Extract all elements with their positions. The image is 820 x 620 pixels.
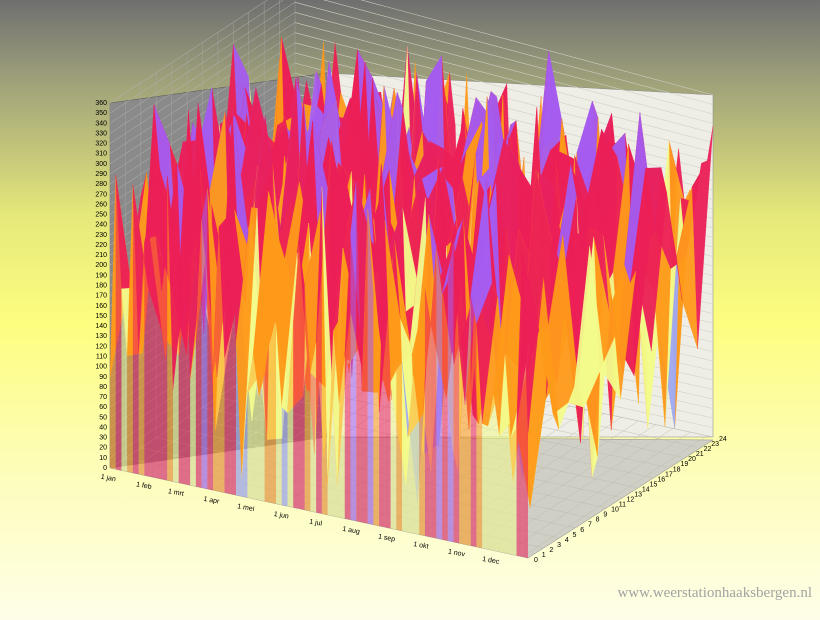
y-tick-label: 9: [603, 512, 607, 519]
z-tick-label: 240: [95, 222, 107, 229]
y-tick-label: 15: [650, 481, 658, 488]
z-tick-label: 300: [95, 161, 107, 168]
z-tick-label: 90: [99, 374, 107, 381]
y-tick-label: 10: [611, 507, 619, 514]
y-tick-label: 0: [534, 557, 538, 564]
z-tick-label: 220: [95, 242, 107, 249]
z-tick-label: 230: [95, 232, 107, 239]
z-tick-label: 190: [95, 272, 107, 279]
surface-front-facet: [396, 362, 403, 531]
surface-front-facet: [510, 427, 517, 556]
z-tick-label: 100: [95, 364, 107, 371]
y-tick-label: 8: [596, 517, 600, 524]
y-tick-label: 11: [619, 502, 626, 509]
z-tick-label: 70: [99, 394, 107, 401]
z-axis-ticks: 0 10 20 30 40 50 60 70 80 90 100 110 120 130 140 150 160…: [95, 100, 107, 472]
y-tick-label: 23: [711, 441, 719, 448]
surface-front-facet: [281, 407, 288, 507]
z-tick-label: 50: [99, 414, 107, 421]
surface-front-facet: [424, 286, 431, 538]
y-tick-label: 1: [542, 552, 546, 559]
z-tick-label: 150: [95, 313, 107, 320]
z-tick-label: 270: [95, 191, 107, 198]
surface-front-facet: [436, 247, 443, 540]
z-tick-label: 360: [95, 100, 107, 107]
y-tick-label: 24: [719, 436, 727, 443]
y-tick-label: 20: [688, 456, 696, 463]
z-tick-label: 120: [95, 343, 107, 350]
y-tick-label: 5: [573, 532, 577, 539]
z-tick-label: 180: [95, 283, 107, 290]
surface-front-facet: [350, 180, 357, 522]
x-tick-label: 1 dec: [482, 556, 501, 566]
z-tick-label: 200: [95, 262, 107, 269]
z-tick-label: 330: [95, 130, 107, 137]
surface-front-facet: [150, 236, 156, 478]
z-tick-label: 210: [95, 252, 107, 259]
x-tick-label: 1 mei: [237, 503, 256, 513]
surface-front-facet: [144, 238, 151, 477]
surface-front-facet: [298, 244, 305, 510]
x-tick-label: 1 okt: [413, 541, 429, 551]
z-tick-label: 310: [95, 151, 107, 158]
wind-direction-surface-chart: 0102030405060708090100110120130140150160…: [95, 0, 727, 566]
y-tick-label: 22: [704, 446, 712, 453]
z-tick-label: 140: [95, 323, 107, 330]
y-tick-label: 18: [673, 466, 681, 473]
z-tick-label: 110: [96, 353, 107, 360]
surface-front-facet: [442, 282, 448, 541]
z-tick-label: 130: [95, 333, 107, 340]
y-tick-label: 6: [580, 527, 584, 534]
y-tick-label: 16: [657, 476, 665, 483]
x-tick-label: 1 feb: [135, 481, 152, 491]
x-tick-label: 1 sep: [378, 534, 396, 544]
y-tick-label: 17: [665, 471, 673, 478]
z-tick-label: 40: [99, 424, 107, 431]
y-tick-label: 19: [680, 461, 688, 468]
z-tick-label: 250: [95, 212, 107, 219]
y-tick-label: 12: [627, 497, 635, 504]
y-tick-label: 7: [588, 522, 592, 529]
z-tick-label: 30: [99, 435, 107, 442]
x-tick-label: 1 mrt: [167, 488, 184, 498]
surface-front-facet: [482, 423, 488, 550]
surface-front-facet: [390, 370, 397, 530]
z-tick-label: 170: [95, 293, 107, 300]
z-tick-label: 320: [95, 141, 107, 148]
surface-front-facet: [470, 295, 477, 547]
z-tick-label: 260: [95, 201, 107, 208]
x-tick-label: 1 jun: [273, 511, 289, 521]
y-tick-label: 14: [642, 486, 650, 493]
surface-front-facet: [201, 188, 208, 489]
z-tick-label: 10: [99, 455, 107, 462]
x-tick-label: 1 jul: [309, 519, 323, 528]
x-tick-label: 1 apr: [203, 496, 221, 506]
y-tick-label: 3: [557, 542, 561, 549]
z-tick-label: 350: [95, 110, 107, 117]
y-tick-label: 13: [634, 491, 642, 498]
z-tick-label: 60: [99, 404, 107, 411]
z-tick-label: 20: [99, 445, 107, 452]
x-tick-label: 1 jan: [100, 474, 116, 484]
z-tick-label: 0: [103, 465, 107, 472]
z-tick-label: 280: [95, 181, 107, 188]
surface-front-facet: [447, 239, 454, 542]
y-tick-label: 21: [696, 451, 704, 458]
y-tick-label: 4: [565, 537, 569, 544]
surface-front-facet: [270, 296, 277, 504]
z-tick-label: 340: [95, 120, 107, 127]
z-tick-label: 80: [99, 384, 107, 391]
y-tick-label: 2: [549, 547, 553, 554]
z-tick-label: 290: [95, 171, 107, 178]
surface-front-facet: [258, 374, 265, 502]
z-tick-label: 160: [95, 303, 107, 310]
x-tick-label: 1 nov: [447, 549, 466, 559]
watermark: www.weerstationhaaksbergen.nl: [617, 585, 812, 601]
x-tick-label: 1 aug: [342, 526, 361, 536]
